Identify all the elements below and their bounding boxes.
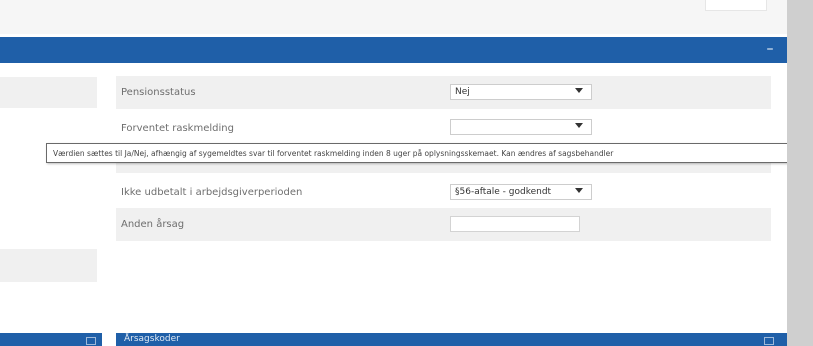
anden-aarsag-input[interactable] [450,216,580,232]
left-column-block [0,77,97,108]
pensionsstatus-label: Pensionsstatus [121,87,196,98]
chevron-down-icon [575,188,583,193]
pensionsstatus-value: Nej [455,87,470,97]
top-bar [0,0,787,34]
bottom-panel-title: Årsagskoder [124,334,180,344]
forventet-raskmelding-select[interactable] [450,119,592,135]
scrollbar[interactable] [787,0,813,346]
row-shaded-partial [116,163,771,173]
row-forventet-raskmelding: Forventet raskmelding [116,112,771,145]
top-tab[interactable] [705,0,767,11]
bottom-left-panel-header [0,333,102,346]
row-pensionsstatus: Pensionsstatus Nej [116,76,771,109]
bottom-right-panel-header: Årsagskoder [116,333,787,346]
collapse-button[interactable]: – [765,42,775,56]
panel-toggle-button[interactable] [86,337,96,345]
ikke-udbetalt-value: §56-aftale - godkendt [455,187,552,197]
ikke-udbetalt-select[interactable]: §56-aftale - godkendt [450,184,592,200]
ikke-udbetalt-label: Ikke udbetalt i arbejdsgiverperioden [121,187,303,198]
chevron-down-icon [575,123,583,128]
left-column-block [0,249,97,282]
panel-toggle-button[interactable] [764,337,774,345]
chevron-down-icon [575,88,583,93]
anden-aarsag-label: Anden årsag [121,219,185,230]
tooltip: Værdien sættes til Ja/Nej, afhængig af s… [46,143,813,163]
forventet-raskmelding-label: Forventet raskmelding [121,123,234,134]
row-ikke-udbetalt: Ikke udbetalt i arbejdsgiverperioden §56… [116,176,771,209]
panel-header: – [0,37,787,63]
pensionsstatus-select[interactable]: Nej [450,84,592,100]
row-anden-aarsag: Anden årsag [116,208,771,241]
